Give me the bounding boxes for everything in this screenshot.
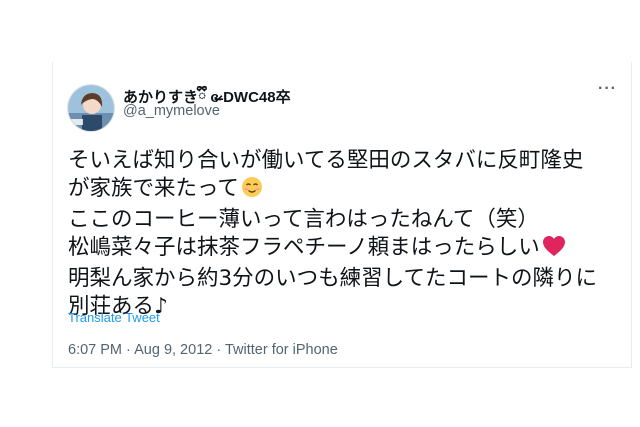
- tweet-source[interactable]: Twitter for iPhone: [225, 342, 338, 358]
- tweet-text: そいえば知り合いが働いてる堅田のスタバに反町隆史 が家族で来たって ここのコーヒ…: [68, 147, 623, 321]
- tweet-line-with-emoji: 松嶋菜々子は抹茶フラペチーノ頼まはったらしい: [68, 234, 623, 265]
- tweet-metadata: 6:07 PM · Aug 9, 2012 · Twitter for iPho…: [68, 342, 338, 358]
- smiling-face-icon: [241, 176, 263, 206]
- avatar[interactable]: [67, 84, 115, 132]
- tweet-line: そいえば知り合いが働いてる堅田のスタバに反町隆史: [68, 148, 584, 173]
- tweet-card: あかりすきྀི ɞ̴̶̷ DWC48卒 @a_mymelove ··· そいえば…: [52, 62, 632, 368]
- red-heart-icon: [542, 235, 566, 265]
- user-handle[interactable]: @a_mymelove: [123, 103, 220, 119]
- tweet-line: 松嶋菜々子は抹茶フラペチーノ頼まはったらしい: [68, 235, 540, 260]
- tweet-line: 明梨ん家から約3分のいつも練習してたコートの隣りに: [68, 266, 598, 291]
- tweet-line-with-emoji: が家族で来たって: [68, 175, 623, 206]
- meta-separator: ·: [126, 342, 131, 358]
- tweet-line: ここのコーヒー薄いって言わはったねんて（笑）: [68, 207, 539, 232]
- tweet-line: が家族で来たって: [68, 176, 239, 201]
- translate-tweet-link[interactable]: Translate Tweet: [68, 310, 160, 325]
- meta-separator: ·: [216, 342, 222, 358]
- tweet-date[interactable]: Aug 9, 2012: [134, 342, 212, 358]
- tweet-time[interactable]: 6:07 PM: [68, 342, 122, 358]
- more-options-icon[interactable]: ···: [598, 80, 617, 98]
